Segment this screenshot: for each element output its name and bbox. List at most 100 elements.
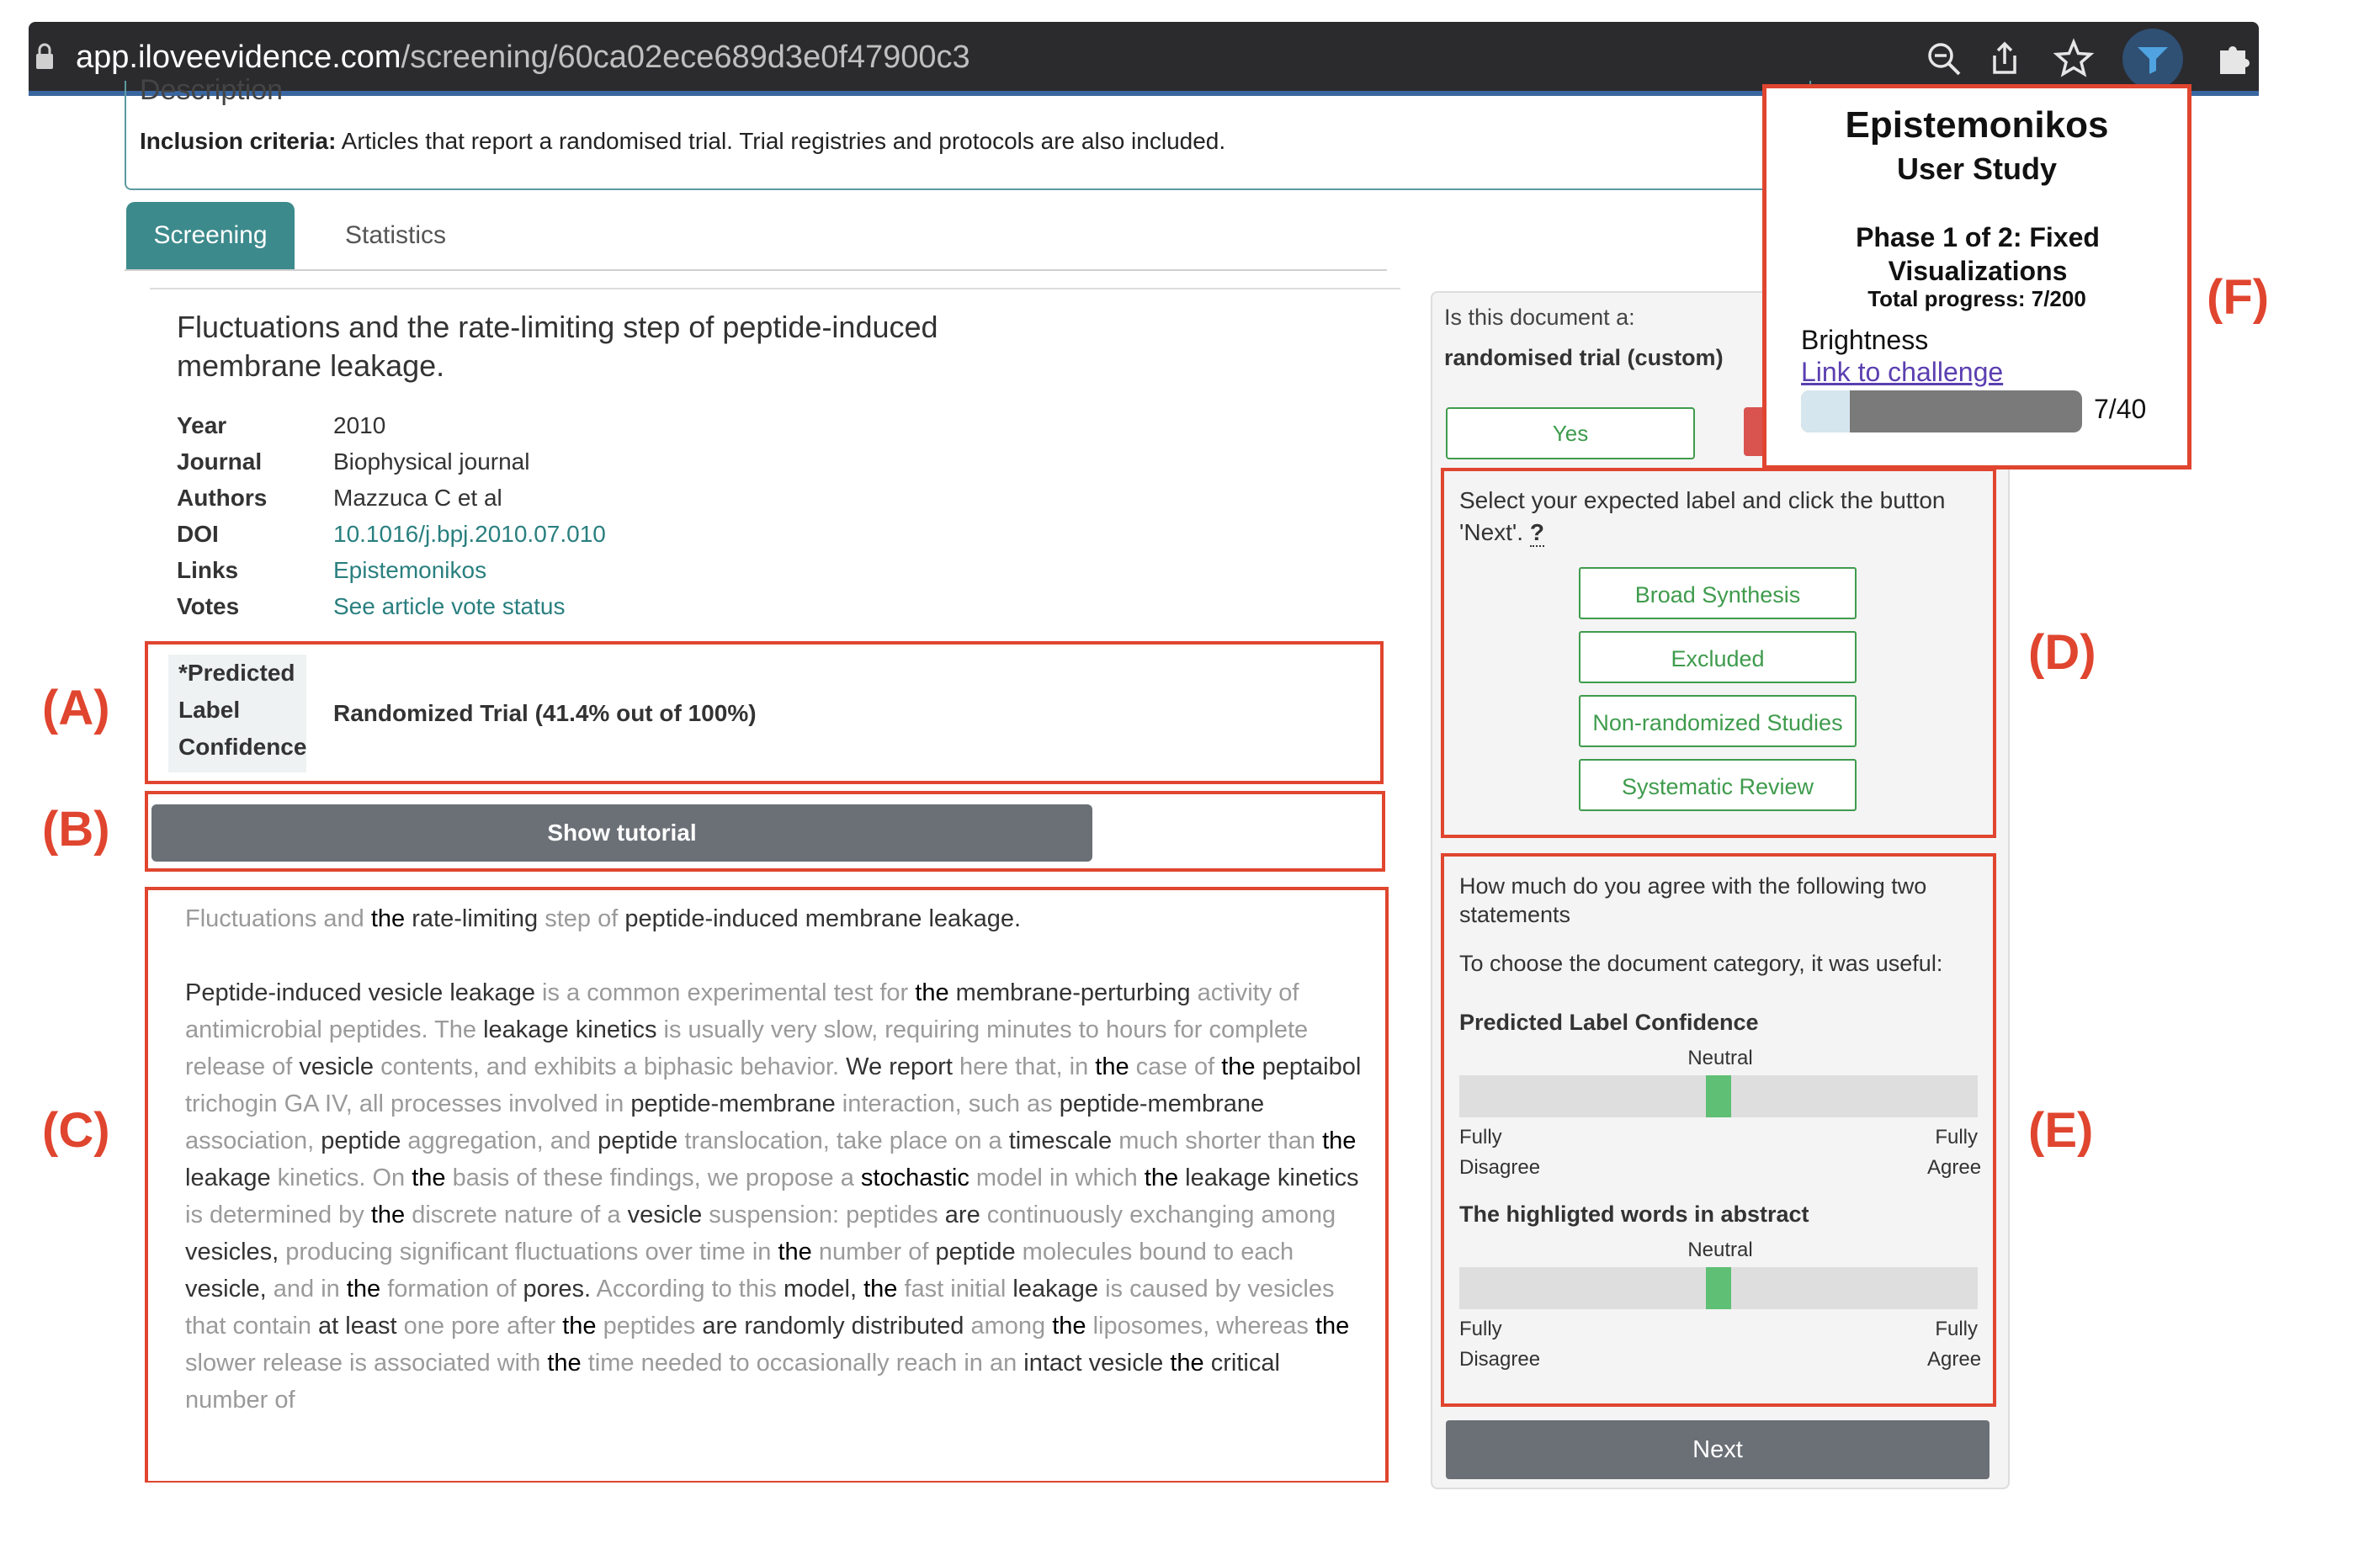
- abstract-word: that,: [1015, 1053, 1070, 1080]
- meta-value-year: 2010: [333, 412, 386, 438]
- survey-item-1-neutral: Neutral: [1687, 1047, 1753, 1069]
- abstract-word: in: [964, 1350, 990, 1377]
- doi-link[interactable]: 10.1016/j.bpj.2010.07.010: [333, 521, 606, 548]
- label-non-randomized-button[interactable]: Non-randomized Studies: [1579, 695, 1857, 747]
- label-excluded-button[interactable]: Excluded: [1579, 631, 1857, 683]
- abstract-word: of: [272, 1053, 300, 1080]
- tab-statistics[interactable]: Statistics: [311, 202, 480, 271]
- url-text[interactable]: app.iloveevidence.com/screening/60ca02ec…: [76, 35, 970, 79]
- abstract-word: bound: [1139, 1239, 1214, 1265]
- abstract-word: are: [702, 1313, 745, 1340]
- abstract-word: we: [707, 1164, 746, 1191]
- share-icon[interactable]: [1983, 37, 2027, 81]
- abstract-word: leakage: [1185, 1164, 1278, 1191]
- abstract-word: by: [1214, 1276, 1248, 1302]
- abstract-word: peptide: [321, 1127, 408, 1154]
- abstract-word: kinetics: [575, 1016, 664, 1043]
- abstract-word: molecules: [1022, 1239, 1140, 1265]
- abstract-word: usually: [688, 1016, 771, 1043]
- slider-2-handle[interactable]: [1706, 1267, 1731, 1309]
- brightness-label: Brightness: [1801, 325, 1929, 355]
- abstract-word: by: [338, 1202, 371, 1228]
- abstract-word: aggregation,: [407, 1127, 550, 1154]
- study-subtitle: User Study: [1896, 151, 2058, 186]
- abstract-word: pore: [451, 1313, 507, 1340]
- abstract-word: place: [889, 1127, 955, 1154]
- abstract-word: number: [818, 1239, 909, 1265]
- abstract-word: the: [863, 1276, 905, 1302]
- star-icon[interactable]: [2052, 37, 2096, 81]
- abstract-word: leakage: [483, 1016, 576, 1043]
- epistemonikos-link[interactable]: Epistemonikos: [333, 557, 486, 584]
- label-broad-synthesis-button[interactable]: Broad Synthesis: [1579, 567, 1857, 619]
- puzzle-icon[interactable]: [2212, 37, 2255, 81]
- abstract-word: of: [598, 905, 625, 932]
- abstract-word: report: [889, 1053, 960, 1080]
- abstract-word: peptide-membrane: [630, 1090, 842, 1117]
- abstract-word: kinetics.: [277, 1164, 373, 1191]
- extension-active-icon[interactable]: [2122, 29, 2183, 89]
- abstract-word: a: [623, 1053, 644, 1080]
- next-button[interactable]: Next: [1446, 1420, 1990, 1479]
- abstract-word: occasionally: [756, 1350, 896, 1377]
- abstract-word: peptides.: [328, 1016, 435, 1043]
- meta-key-year: Year: [177, 412, 227, 438]
- abstract-word: critical: [1210, 1350, 1280, 1377]
- abstract-word: all: [359, 1090, 390, 1117]
- likert-slider-2[interactable]: [1459, 1267, 1978, 1309]
- likert-slider-1[interactable]: [1459, 1075, 1978, 1117]
- annotation-box-c[interactable]: Fluctuations and the rate-limiting step …: [145, 887, 1389, 1483]
- show-tutorial-button[interactable]: Show tutorial: [151, 804, 1092, 862]
- challenge-link[interactable]: Link to challenge: [1801, 357, 2003, 388]
- abstract-word: to: [729, 1350, 757, 1377]
- abstract-word: needed: [640, 1350, 730, 1377]
- abstract-word: the: [1144, 1164, 1186, 1191]
- abstract-word: According: [596, 1276, 712, 1302]
- vote-status-link[interactable]: See article vote status: [333, 593, 565, 620]
- abstract-word: hours: [1106, 1016, 1174, 1043]
- article-title: Fluctuations and the rate-limiting step …: [177, 310, 938, 383]
- abstract-word: GA: [284, 1090, 326, 1117]
- abstract-word: the: [1322, 1127, 1357, 1154]
- abstract-word: antimicrobial: [185, 1016, 329, 1043]
- tab-screening[interactable]: Screening: [126, 202, 295, 269]
- abstract-word: vesicle: [627, 1202, 709, 1228]
- abstract-word: intact: [1023, 1350, 1089, 1377]
- funnel-icon: [2138, 47, 2168, 74]
- abstract-word: On: [372, 1164, 412, 1191]
- slider-1-handle[interactable]: [1706, 1075, 1731, 1117]
- abstract-word: and: [273, 1276, 321, 1302]
- study-phase: Phase 1 of 2: Fixed Visualizations: [1856, 222, 2100, 286]
- abstract-word: much: [1118, 1127, 1186, 1154]
- abstract-word: in: [321, 1276, 347, 1302]
- lock-icon: [36, 43, 53, 69]
- help-icon[interactable]: ?: [1529, 519, 1544, 547]
- left-line-2: Disagree: [1459, 1348, 1541, 1371]
- abstract-word: findings,: [609, 1164, 708, 1191]
- survey-item-1-left: Fully Disagree: [1459, 1122, 1540, 1183]
- abstract-body: Peptide-induced vesicle leakage is a com…: [185, 974, 1363, 1419]
- abstract-word: the: [1221, 1053, 1262, 1080]
- abstract-word: liposomes,: [1092, 1313, 1217, 1340]
- abstract-word: to: [1214, 1239, 1241, 1265]
- annotation-label-b: (B): [42, 802, 110, 857]
- zoom-out-icon[interactable]: [1922, 37, 1966, 81]
- predicted-line-3: Confidence: [178, 734, 307, 760]
- abstract-word: of: [496, 1276, 523, 1302]
- document-category: randomised trial (custom): [1444, 345, 1724, 370]
- right-line-1: Fully: [1935, 1126, 1978, 1149]
- abstract-word: vesicle: [1088, 1350, 1171, 1377]
- abstract-word: are: [944, 1202, 987, 1228]
- yes-button[interactable]: Yes: [1446, 407, 1695, 459]
- abstract-word: which: [1075, 1164, 1145, 1191]
- label-systematic-review-button[interactable]: Systematic Review: [1579, 759, 1857, 811]
- abstract-word: a: [840, 1164, 861, 1191]
- meta-key-links: Links: [177, 557, 239, 583]
- abstract-word: The: [434, 1016, 484, 1043]
- study-total-progress: Total progress: 7/200: [1867, 286, 2086, 311]
- abstract-word: the: [1095, 1053, 1136, 1080]
- description-panel: Description Inclusion criteria: Articles…: [125, 74, 1811, 190]
- abstract-word: very: [770, 1016, 824, 1043]
- url-path: /screening/60ca02ece689d3e0f47900c3: [401, 40, 970, 75]
- abstract-word: slower: [185, 1350, 263, 1377]
